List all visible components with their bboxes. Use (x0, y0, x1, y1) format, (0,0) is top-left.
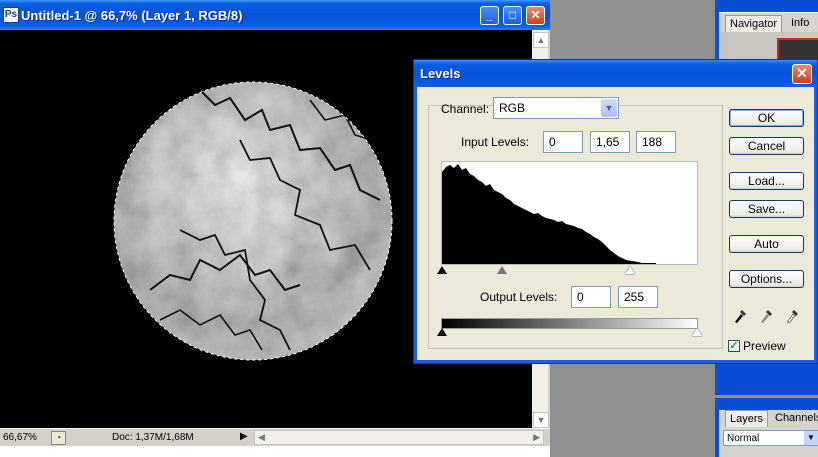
output-white-slider[interactable] (692, 328, 702, 336)
blend-mode-select[interactable]: Normal ▼ (723, 430, 818, 446)
levels-titlebar[interactable]: Levels ✕ (414, 60, 817, 87)
scroll-up-icon[interactable]: ▲ (533, 32, 549, 48)
tab-navigator[interactable]: Navigator (725, 15, 783, 32)
preview-checkbox[interactable]: ✓ (728, 340, 740, 352)
load-button[interactable]: Load... (729, 172, 804, 190)
input-levels-label: Input Levels: (461, 135, 530, 149)
navigator-tabrow: Navigator Info (719, 12, 818, 33)
document-titlebar[interactable]: Ps Untitled-1 @ 66,7% (Layer 1, RGB/8) _… (0, 0, 550, 30)
output-white-field[interactable]: 255 (618, 286, 658, 308)
channel-select[interactable]: RGB ▼ (493, 97, 619, 119)
horizontal-scrollbar[interactable]: ◀ ▶ (254, 430, 544, 445)
input-black-field[interactable]: 0 (543, 131, 583, 153)
close-icon[interactable]: ✕ (792, 64, 812, 84)
output-gradient-bar (441, 318, 698, 329)
save-button[interactable]: Save... (729, 200, 804, 218)
layers-body: Normal ▼ (719, 428, 818, 457)
preview-label: Preview (743, 339, 786, 353)
levels-dialog: Levels ✕ Channel: RGB ▼ Input Levels: 0 … (413, 59, 818, 364)
layers-panel: Layers Channels Normal ▼ (715, 398, 818, 457)
input-white-field[interactable]: 188 (636, 131, 676, 153)
status-bar: 66,67% ◔ Doc: 1,37M/1,68M ▶ ◀ ▶ (0, 428, 550, 447)
tab-channels[interactable]: Channels (771, 410, 818, 427)
cancel-button[interactable]: Cancel (729, 137, 804, 155)
tab-layers[interactable]: Layers (725, 410, 769, 427)
document-title: Untitled-1 @ 66,7% (Layer 1, RGB/8) (21, 8, 243, 23)
auto-button[interactable]: Auto (729, 235, 804, 253)
ok-button[interactable]: OK (729, 109, 804, 127)
zoom-level[interactable]: 66,67% (3, 432, 37, 443)
input-gamma-slider[interactable] (497, 266, 507, 274)
histogram (441, 161, 698, 265)
chevron-down-icon[interactable]: ▼ (804, 431, 818, 445)
output-black-field[interactable]: 0 (571, 286, 611, 308)
chevron-down-icon[interactable]: ▼ (601, 99, 617, 117)
gray-eyedropper-icon[interactable] (758, 306, 774, 324)
photoshop-document-icon: Ps (3, 7, 19, 23)
channel-value: RGB (499, 101, 526, 115)
input-gamma-field[interactable]: 1,65 (590, 131, 630, 153)
status-menu-arrow-icon[interactable]: ▶ (240, 431, 248, 442)
minimize-button[interactable]: _ (480, 6, 499, 25)
input-black-slider[interactable] (437, 266, 447, 274)
scroll-down-icon[interactable]: ▼ (533, 412, 549, 428)
maximize-button[interactable]: □ (503, 6, 522, 25)
doc-size-info: Doc: 1,37M/1,68M (112, 432, 194, 443)
white-eyedropper-icon[interactable] (784, 306, 800, 324)
levels-title: Levels (420, 66, 461, 81)
status-info-icon[interactable]: ◔ (51, 431, 66, 445)
scroll-left-icon[interactable]: ◀ (258, 431, 265, 444)
channel-label: Channel: (441, 102, 490, 116)
layers-tabrow: Layers Channels (719, 410, 818, 428)
histogram-graph (442, 164, 656, 264)
input-white-slider[interactable] (625, 266, 635, 274)
options-button[interactable]: Options... (729, 270, 804, 288)
output-black-slider[interactable] (437, 328, 447, 336)
blend-mode-value: Normal (727, 433, 760, 444)
bottom-strip (0, 446, 550, 457)
close-document-button[interactable]: ✕ (526, 6, 545, 25)
black-eyedropper-icon[interactable] (732, 306, 748, 324)
scroll-right-icon[interactable]: ▶ (533, 431, 540, 444)
tab-info[interactable]: Info (787, 15, 813, 32)
output-levels-label: Output Levels: (480, 290, 558, 304)
